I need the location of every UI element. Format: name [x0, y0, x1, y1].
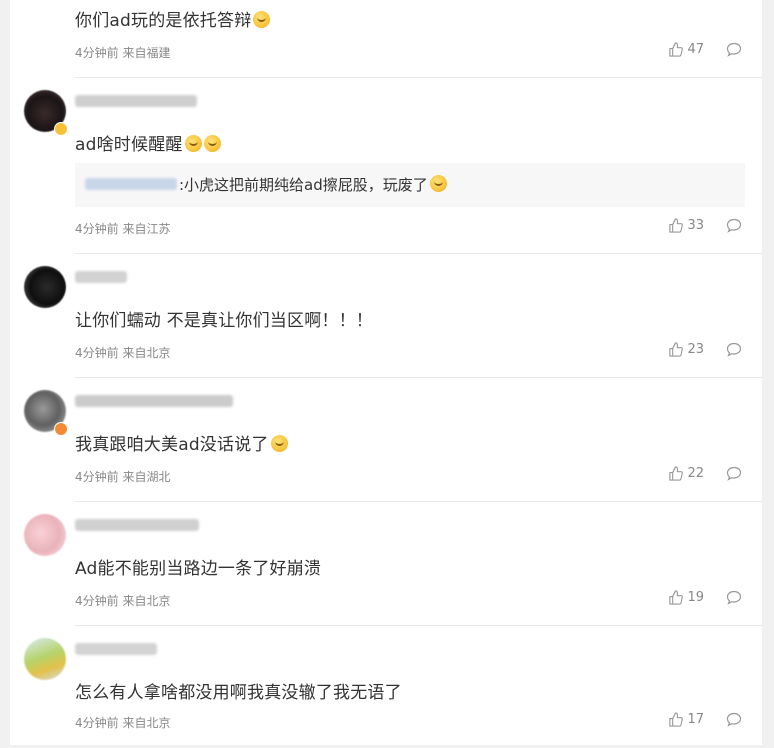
comment-meta: 4分钟前 来自北京 [75, 714, 170, 731]
comment-time: 4分钟前 [75, 470, 119, 484]
comment-meta: 4分钟前 来自北京 [75, 344, 170, 361]
laughing-face-emoji [429, 175, 447, 192]
like-button[interactable]: 22 [668, 466, 704, 481]
comment-actions: 17 [668, 712, 742, 727]
comment-bubble-icon [726, 590, 742, 605]
thumbs-up-icon [669, 342, 684, 357]
reply-username[interactable] [85, 178, 177, 190]
like-count: 47 [687, 42, 704, 57]
username[interactable] [75, 519, 199, 531]
reply-button[interactable] [726, 218, 742, 233]
username[interactable] [75, 95, 197, 107]
comment-bubble-icon [726, 466, 742, 481]
username[interactable] [75, 643, 157, 655]
verified-badge [54, 422, 68, 436]
comment-time: 4分钟前 [75, 716, 119, 730]
comment-actions: 33 [668, 218, 742, 233]
reply-preview[interactable]: :小虎这把前期纯给ad擦屁股，玩废了 [75, 163, 745, 207]
comment-time: 4分钟前 [75, 594, 119, 608]
like-button[interactable]: 47 [668, 42, 704, 57]
like-count: 22 [687, 466, 704, 481]
thumbs-up-icon [669, 590, 684, 605]
comment-bubble-icon [726, 712, 742, 727]
comment-actions: 23 [668, 342, 742, 357]
comment-bubble-icon [726, 342, 742, 357]
comment-location: 来自福建 [122, 46, 171, 60]
comment-item: 我真跟咱大美ad没话说了 4分钟前 来自湖北 22 [10, 378, 762, 502]
comment-location: 来自北京 [122, 594, 171, 608]
comment-text: 怎么有人拿啥都没用啊我真没辙了我无语了 [75, 683, 402, 703]
avatar[interactable] [24, 638, 66, 680]
thumbs-up-icon [669, 712, 684, 727]
laughing-face-emoji [203, 135, 221, 152]
comment-actions: 22 [668, 466, 742, 481]
comment-item: ad啥时候醒醒 :小虎这把前期纯给ad擦屁股，玩废了 4分钟前 来自江苏 33 [10, 78, 762, 254]
laughing-face-emoji [270, 435, 288, 452]
comment-time: 4分钟前 [75, 346, 119, 360]
thumbs-up-icon [669, 218, 684, 233]
comment-time: 4分钟前 [75, 222, 119, 236]
like-button[interactable]: 17 [668, 712, 704, 727]
comment-text: ad啥时候醒醒 [75, 130, 221, 155]
thumbs-up-icon [669, 42, 684, 57]
reply-button[interactable] [726, 590, 742, 605]
laughing-face-emoji [184, 135, 202, 152]
comment-item: 让你们蠕动 不是真让你们当区啊！！！ 4分钟前 来自北京 23 [10, 254, 762, 378]
comment-meta: 4分钟前 来自福建 [75, 44, 170, 61]
comment-time: 4分钟前 [75, 46, 119, 60]
like-count: 33 [687, 218, 704, 233]
like-count: 23 [687, 342, 704, 357]
comment-actions: 19 [668, 590, 742, 605]
like-button[interactable]: 33 [668, 218, 704, 233]
comment-bubble-icon [726, 42, 742, 57]
comment-item: 你们ad玩的是依托答辩 4分钟前 来自福建 47 [10, 0, 762, 78]
comment-location: 来自北京 [122, 716, 171, 730]
comment-location: 来自湖北 [122, 470, 171, 484]
like-count: 17 [687, 712, 704, 727]
username[interactable] [75, 395, 233, 407]
comment-actions: 47 [668, 42, 742, 57]
comment-bubble-icon [726, 218, 742, 233]
reply-button[interactable] [726, 712, 742, 727]
like-button[interactable]: 19 [668, 590, 704, 605]
comment-text: 让你们蠕动 不是真让你们当区啊！！！ [75, 311, 374, 331]
reply-button[interactable] [726, 42, 742, 57]
comment-meta: 4分钟前 来自北京 [75, 592, 170, 609]
avatar[interactable] [24, 514, 66, 556]
comment-item: 怎么有人拿啥都没用啊我真没辙了我无语了 4分钟前 来自北京 17 [10, 626, 762, 748]
reply-text: :小虎这把前期纯给ad擦屁股，玩废了 [179, 174, 447, 195]
reply-button[interactable] [726, 466, 742, 481]
like-count: 19 [687, 590, 704, 605]
laughing-face-emoji [253, 11, 271, 28]
comment-meta: 4分钟前 来自湖北 [75, 468, 170, 485]
comment-item: Ad能不能别当路边一条了好崩溃 4分钟前 来自北京 19 [10, 502, 762, 626]
comment-list: 你们ad玩的是依托答辩 4分钟前 来自福建 47 ad啥时候醒醒 :小虎这把前期… [10, 0, 762, 745]
username[interactable] [75, 271, 127, 283]
comment-text: 你们ad玩的是依托答辩 [75, 6, 271, 31]
comment-text: 我真跟咱大美ad没话说了 [75, 430, 288, 455]
comment-location: 来自江苏 [122, 222, 171, 236]
thumbs-up-icon [669, 466, 684, 481]
comment-location: 来自北京 [122, 346, 171, 360]
reply-button[interactable] [726, 342, 742, 357]
like-button[interactable]: 23 [668, 342, 704, 357]
verified-badge [54, 122, 68, 136]
avatar[interactable] [24, 266, 66, 308]
comment-meta: 4分钟前 来自江苏 [75, 220, 170, 237]
comment-text: Ad能不能别当路边一条了好崩溃 [75, 559, 322, 579]
